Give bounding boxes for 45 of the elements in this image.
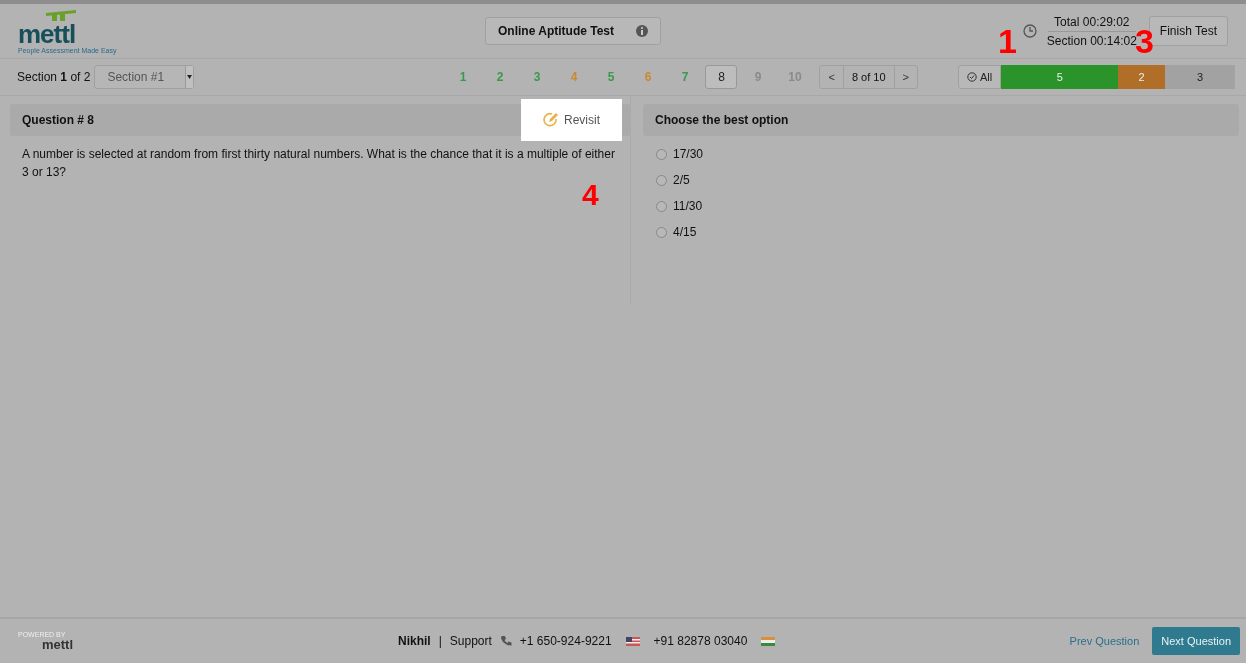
us-flag-icon [625, 636, 640, 646]
check-circle-icon [967, 72, 977, 82]
all-filter-button[interactable]: All [958, 65, 1002, 89]
option-label: 4/15 [673, 225, 697, 239]
previous-button[interactable]: < [820, 66, 844, 88]
answers-title: Choose the best option [655, 113, 789, 127]
radio-button[interactable] [656, 226, 667, 238]
india-phone-number: +91 82878 03040 [653, 634, 748, 648]
total-timer: Total 00:29:02 [1048, 12, 1136, 32]
support-label: Support [449, 634, 492, 648]
radio-button[interactable] [656, 200, 667, 212]
caret-icon [187, 75, 193, 79]
status-count-segment[interactable]: 2 [1118, 65, 1166, 89]
status-count-segment[interactable]: 3 [1165, 65, 1236, 89]
section-timer: Section 00:14:02 [1045, 33, 1137, 48]
pencil-circle-icon [543, 112, 559, 128]
question-title: Question # 8 [22, 113, 95, 127]
question-number[interactable]: 8 [705, 65, 738, 89]
separator: | [438, 634, 442, 648]
logo: mettl [18, 20, 76, 47]
clock-icon [1022, 24, 1037, 38]
radio-button[interactable] [656, 174, 667, 186]
next-button[interactable]: > [894, 66, 917, 88]
india-flag-icon [761, 636, 776, 646]
test-title: Online Aptitude Test [498, 24, 614, 38]
question-pager: 8 of 10 [843, 66, 895, 88]
status-count-segment[interactable]: 5 [1001, 65, 1119, 89]
annotation-number: 1 [998, 24, 1017, 58]
annotation-number: 4 [582, 180, 599, 210]
option-label: 17/30 [673, 147, 704, 161]
user-name: Nikhil [398, 634, 431, 648]
phone-icon [499, 635, 512, 647]
info-icon[interactable] [636, 25, 648, 37]
logo-bars-icon [46, 8, 76, 21]
option-label: 2/5 [673, 173, 690, 187]
question-text: A number is selected at random from first thirty natural numbers. What is the chance that it is a multiple of either 3 or 13? [22, 146, 616, 181]
footer-logo: mettl [42, 638, 75, 651]
next-question-button[interactable]: Next Question [1152, 627, 1240, 655]
section-label: Section 1 of 2 [17, 70, 91, 84]
prev-question-link[interactable]: Prev Question [1069, 635, 1140, 647]
us-phone-number: +1 650-924-9221 [519, 634, 612, 648]
revisit-button[interactable]: Revisit [521, 99, 622, 141]
section-select[interactable]: Section #1 [94, 65, 195, 89]
radio-button[interactable] [656, 148, 667, 160]
option-label: 11/30 [673, 199, 703, 213]
